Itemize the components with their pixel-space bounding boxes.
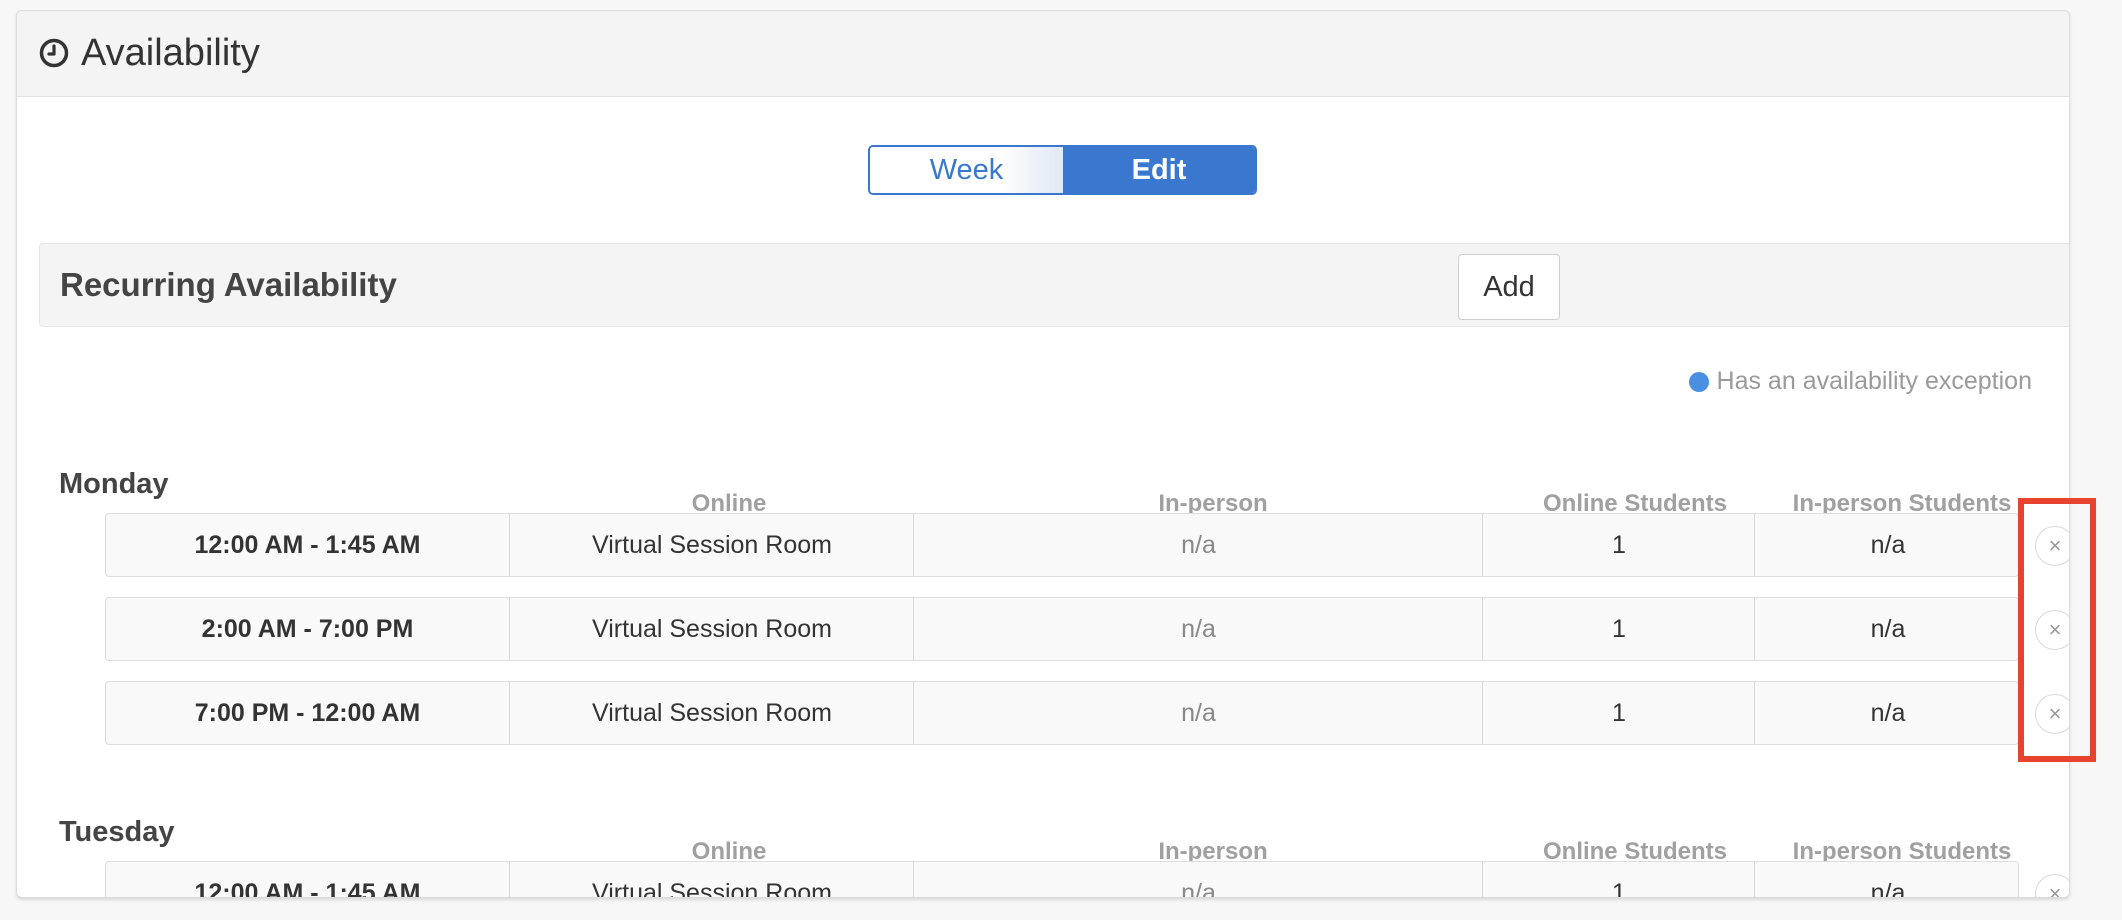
in-person-students-cell: n/a [1754,598,2021,660]
exception-dot-icon [1688,371,1709,392]
highlight-box [2018,498,2096,762]
online-cell: Virtual Session Room [509,862,914,897]
time-cell: 12:00 AM - 1:45 AM [194,879,421,898]
in-person-cell: n/a [913,862,1483,897]
edit-toggle-button[interactable]: Edit [1063,147,1255,193]
in-person-cell: n/a [913,598,1483,660]
table-row: 12:00 AM - 1:45 AM Virtual Session Room … [105,861,2021,898]
exception-legend: Has an availability exception [1688,367,2032,396]
close-icon: × [2048,881,2062,898]
in-person-students-cell: n/a [1754,682,2021,744]
remove-slot-button[interactable]: × [2035,874,2069,898]
panel-header: Availability [17,11,2069,97]
week-toggle-button[interactable]: Week [870,147,1063,193]
online-students-cell: 1 [1482,598,1755,660]
online-cell: Virtual Session Room [509,598,914,660]
recurring-availability-bar: Recurring Availability Add [39,243,2069,327]
table-row: 2:00 AM - 7:00 PM Virtual Session Room n… [105,597,2019,661]
table-row: 12:00 AM - 1:45 AM Virtual Session Room … [105,513,2019,577]
section-title: Recurring Availability [60,266,397,303]
time-cell: 2:00 AM - 7:00 PM [201,615,414,643]
table-row: 7:00 PM - 12:00 AM Virtual Session Room … [105,681,2019,745]
view-toggle: Week Edit [868,145,1257,195]
in-person-cell: n/a [913,514,1483,576]
in-person-students-cell: n/a [1754,862,2021,897]
in-person-students-cell: n/a [1754,514,2021,576]
day-label-monday: Monday [59,468,169,500]
time-cell: 7:00 PM - 12:00 AM [194,699,421,727]
online-cell: Virtual Session Room [509,682,914,744]
in-person-cell: n/a [913,682,1483,744]
day-label-tuesday: Tuesday [59,816,175,848]
online-cell: Virtual Session Room [509,514,914,576]
add-button[interactable]: Add [1458,254,1560,320]
legend-label: Has an availability exception [1716,367,2032,395]
online-students-cell: 1 [1482,682,1755,744]
online-students-cell: 1 [1482,514,1755,576]
availability-panel: Availability Week Edit Recurring Availab… [16,10,2070,898]
time-cell: 12:00 AM - 1:45 AM [194,531,421,559]
panel-title: Availability [81,32,260,74]
clock-icon [39,38,69,68]
online-students-cell: 1 [1482,862,1755,897]
